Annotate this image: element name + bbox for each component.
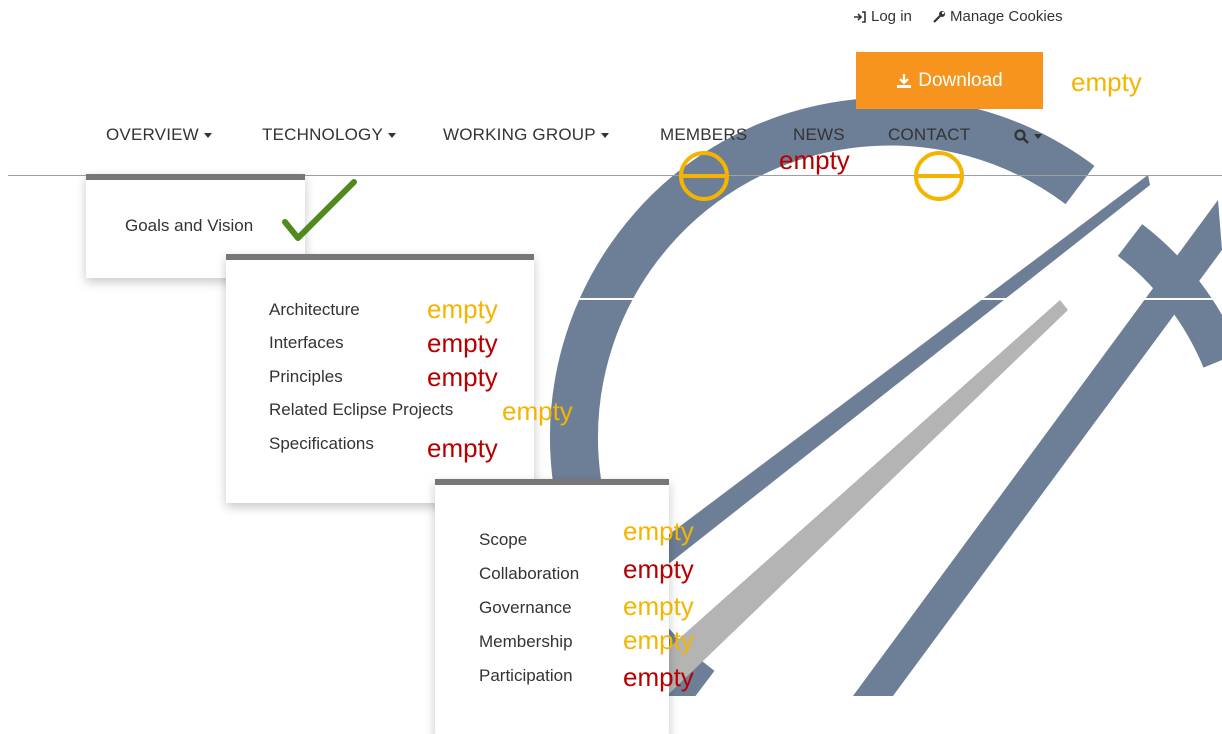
dropdown-item-goals-and-vision[interactable]: Goals and Vision bbox=[125, 216, 253, 236]
dropdown-item-related-eclipse-projects[interactable]: Related Eclipse Projects bbox=[269, 400, 453, 420]
nav-working-group[interactable]: WORKING GROUP bbox=[443, 125, 609, 145]
login-link[interactable]: Log in bbox=[853, 8, 912, 25]
dropdown-item-architecture[interactable]: Architecture bbox=[269, 300, 360, 320]
manage-cookies-link[interactable]: Manage Cookies bbox=[932, 8, 1063, 25]
manage-cookies-label: Manage Cookies bbox=[950, 8, 1063, 25]
nav-news[interactable]: NEWS bbox=[793, 125, 845, 145]
nav-contact[interactable]: CONTACT bbox=[888, 125, 970, 145]
dropdown-item-collaboration[interactable]: Collaboration bbox=[479, 564, 579, 584]
nav-members[interactable]: MEMBERS bbox=[660, 125, 747, 145]
dropdown-item-scope[interactable]: Scope bbox=[479, 530, 527, 550]
chevron-down-icon bbox=[600, 133, 609, 139]
download-button[interactable]: Download bbox=[856, 52, 1043, 109]
nav-news-label: NEWS bbox=[793, 125, 845, 144]
nav-technology[interactable]: TECHNOLOGY bbox=[262, 125, 397, 145]
circle-strike-icon bbox=[679, 151, 729, 201]
nav-overview-label: OVERVIEW bbox=[106, 125, 199, 144]
search-icon bbox=[1014, 129, 1029, 144]
login-icon bbox=[854, 10, 866, 23]
nav-search-toggle[interactable] bbox=[1014, 126, 1042, 146]
chevron-down-icon bbox=[203, 133, 212, 139]
chevron-down-icon bbox=[388, 133, 397, 139]
nav-working-group-label: WORKING GROUP bbox=[443, 125, 596, 144]
technology-dropdown: Architecture Interfaces Principles Relat… bbox=[226, 254, 534, 503]
checkmark-icon bbox=[282, 179, 357, 241]
dropdown-item-specifications[interactable]: Specifications bbox=[269, 434, 374, 454]
dropdown-item-interfaces[interactable]: Interfaces bbox=[269, 333, 344, 353]
dropdown-item-participation[interactable]: Participation bbox=[479, 666, 573, 686]
chevron-down-icon bbox=[1034, 134, 1042, 140]
download-icon bbox=[897, 73, 912, 88]
wrench-icon bbox=[933, 10, 945, 23]
dropdown-item-principles[interactable]: Principles bbox=[269, 367, 343, 387]
dropdown-item-governance[interactable]: Governance bbox=[479, 598, 572, 618]
dropdown-item-membership[interactable]: Membership bbox=[479, 632, 573, 652]
download-label: Download bbox=[918, 69, 1003, 91]
nav-technology-label: TECHNOLOGY bbox=[262, 125, 384, 144]
login-label: Log in bbox=[871, 8, 912, 25]
circle-strike-icon bbox=[914, 151, 964, 201]
nav-contact-label: CONTACT bbox=[888, 125, 971, 144]
nav-overview[interactable]: OVERVIEW bbox=[106, 125, 212, 145]
nav-members-label: MEMBERS bbox=[660, 125, 748, 144]
working-group-dropdown: Scope Collaboration Governance Membershi… bbox=[435, 479, 669, 734]
